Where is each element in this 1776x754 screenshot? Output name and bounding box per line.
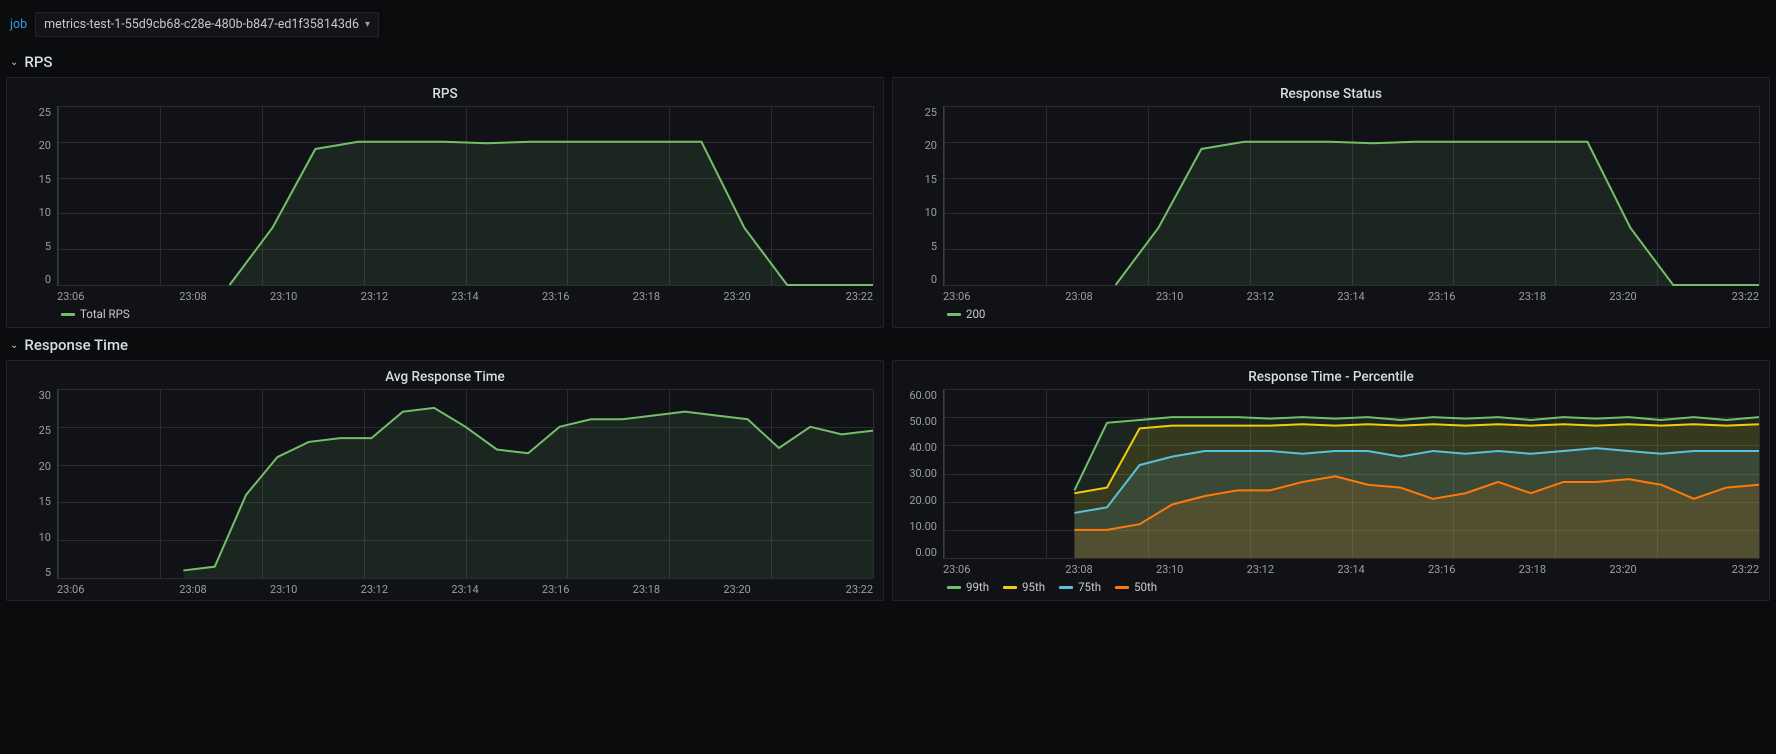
legend-label: 99th (966, 580, 989, 594)
legend-label: 95th (1022, 580, 1045, 594)
legend-swatch (1115, 586, 1129, 589)
legend-rps: Total RPS (61, 307, 873, 321)
legend-label: 200 (966, 307, 985, 321)
plot-status: 2520151050 (903, 106, 1759, 286)
legend-item[interactable]: Total RPS (61, 307, 130, 321)
job-select-value: metrics-test-1-55d9cb68-c28e-480b-b847-e… (44, 17, 359, 32)
legend-swatch (947, 313, 961, 316)
legend-swatch (1003, 586, 1017, 589)
legend-item[interactable]: 200 (947, 307, 985, 321)
job-label: job (10, 17, 27, 32)
legend-item[interactable]: 99th (947, 580, 989, 594)
plot-rps: 2520151050 (17, 106, 873, 286)
panel-title: Response Status (903, 86, 1759, 102)
legend-label: 75th (1078, 580, 1101, 594)
panel-rps: RPS 2520151050 23:0623:0823:1023:1223:14… (6, 77, 884, 328)
panel-status: Response Status 2520151050 23:0623:0823:… (892, 77, 1770, 328)
legend-swatch (1059, 586, 1073, 589)
panel-title: RPS (17, 86, 873, 102)
legend-label: Total RPS (80, 307, 130, 321)
legend-label: 50th (1134, 580, 1157, 594)
legend-pct-rt: 99th 95th 75th 50th (947, 580, 1759, 594)
job-select[interactable]: metrics-test-1-55d9cb68-c28e-480b-b847-e… (35, 12, 379, 37)
chevron-down-icon: ⌄ (10, 340, 18, 351)
plot-pct-rt: 60.0050.0040.0030.0020.0010.000.00 (903, 389, 1759, 559)
chevron-down-icon: ▾ (365, 19, 370, 30)
section-title: RPS (24, 53, 52, 71)
legend-item[interactable]: 95th (1003, 580, 1045, 594)
panel-pct-rt: Response Time - Percentile 60.0050.0040.… (892, 360, 1770, 601)
section-header-rt[interactable]: ⌄ Response Time (6, 336, 1770, 354)
legend-swatch (947, 586, 961, 589)
panel-title: Response Time - Percentile (903, 369, 1759, 385)
panel-title: Avg Response Time (17, 369, 873, 385)
chevron-down-icon: ⌄ (10, 57, 18, 68)
panel-avg-rt: Avg Response Time 30252015105 23:0623:08… (6, 360, 884, 601)
legend-item[interactable]: 75th (1059, 580, 1101, 594)
legend-status: 200 (947, 307, 1759, 321)
section-header-rps[interactable]: ⌄ RPS (6, 53, 1770, 71)
row-rt: Avg Response Time 30252015105 23:0623:08… (6, 360, 1770, 601)
legend-swatch (61, 313, 75, 316)
plot-avg-rt: 30252015105 (17, 389, 873, 579)
legend-item[interactable]: 50th (1115, 580, 1157, 594)
section-title: Response Time (24, 336, 128, 354)
topbar: job metrics-test-1-55d9cb68-c28e-480b-b8… (6, 10, 1770, 45)
row-rps: RPS 2520151050 23:0623:0823:1023:1223:14… (6, 77, 1770, 328)
